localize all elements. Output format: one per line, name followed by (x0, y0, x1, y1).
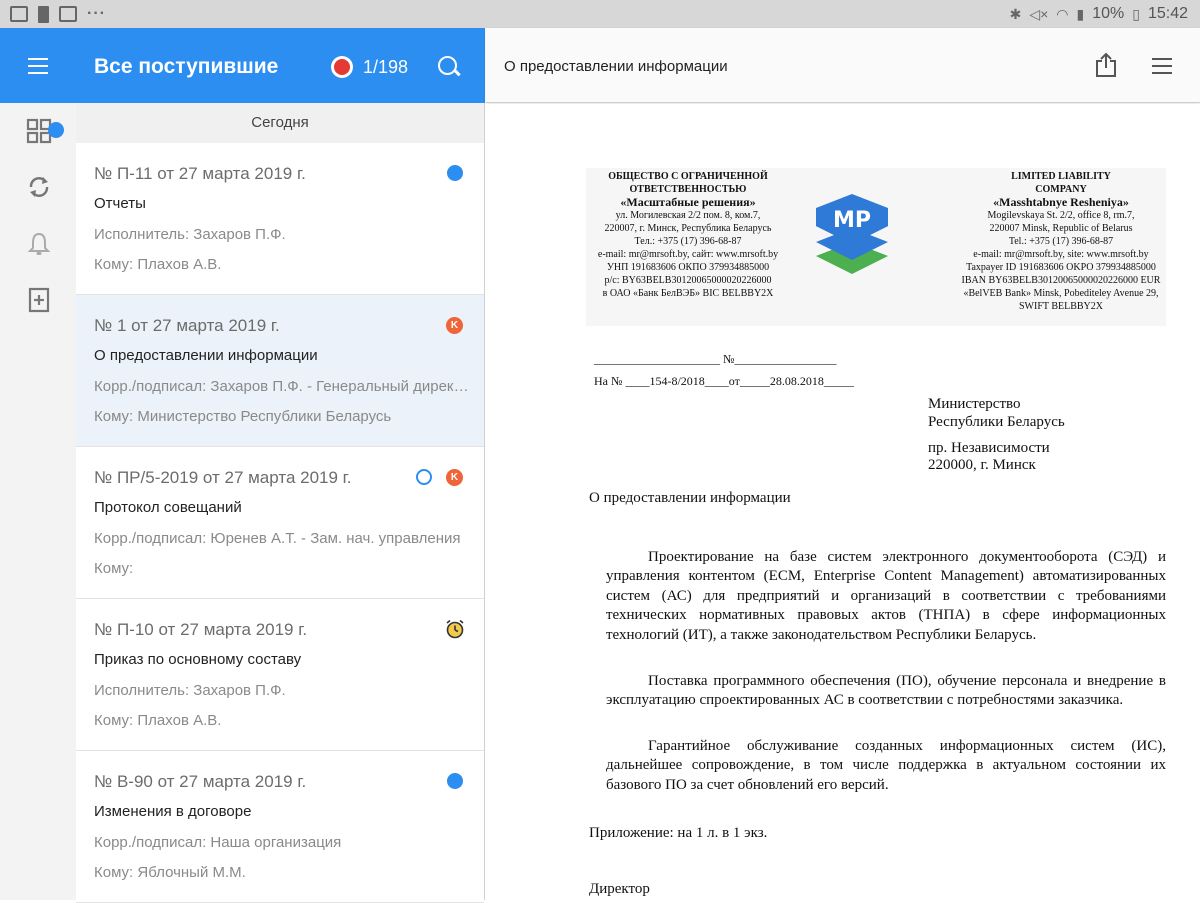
document-subject: Приказ по основному составу (94, 651, 302, 668)
letterhead-text: Тел.: +375 (17) 396-68-87 (634, 236, 742, 247)
document-subject: Изменения в договоре (94, 803, 252, 820)
document-recipient: Кому: (94, 560, 134, 577)
document-number: № В-90 от 27 марта 2019 г. (94, 772, 307, 791)
hamburger-menu-icon[interactable] (28, 58, 48, 74)
addressee-address: 220000, г. Минск (928, 457, 1036, 473)
body-paragraph: Поставка программного обеспечения (ПО), … (606, 673, 1166, 709)
document-number: № ПР/5-2019 от 27 марта 2019 г. (94, 468, 352, 487)
letterhead-text: ОТВЕТСТВЕННОСТЬЮ (629, 184, 747, 195)
alarm-clock-icon (445, 619, 465, 639)
share-icon[interactable] (1095, 52, 1117, 78)
unread-dot-icon (447, 165, 463, 181)
company-logo: MP (812, 190, 892, 278)
list-title: Все поступившие (94, 55, 279, 78)
document-list-item[interactable]: № 1 от 27 марта 2019 г. О предоставлении… (76, 295, 484, 447)
letterhead-text: LIMITED LIABILITY (1011, 171, 1111, 182)
document-list: Сегодня № П-11 от 27 марта 2019 г. Отчет… (76, 103, 485, 903)
document-list-item[interactable]: № П-10 от 27 марта 2019 г. Приказ по осн… (76, 599, 484, 751)
more-notifications-icon: ··· (87, 5, 106, 22)
unread-dot-icon (447, 773, 463, 789)
record-indicator-icon[interactable] (331, 56, 353, 78)
search-icon[interactable] (438, 56, 460, 78)
read-circle-icon (416, 469, 432, 485)
logo-text: MP (833, 208, 871, 233)
control-badge-icon: K (446, 469, 463, 486)
list-header: Все поступившие 1/198 (76, 28, 485, 103)
letterhead-text: SWIFT BELBBY2X (1019, 301, 1103, 312)
company-name-en: «Masshtabnye Resheniya» (993, 195, 1129, 209)
letterhead-text: 220007 Minsk, Republic of Belarus (989, 223, 1133, 234)
battery-notification-icon (38, 5, 49, 23)
new-document-icon[interactable] (26, 287, 52, 313)
sync-icon[interactable] (26, 174, 52, 200)
viewer-title: О предоставлении информации (504, 58, 728, 75)
letterhead-text: ул. Могилевская 2/2 пом. 8, ком.7, (615, 210, 761, 221)
battery-level: 10% (1092, 5, 1125, 22)
control-badge-icon: K (446, 317, 463, 334)
appendix-line: Приложение: на 1 л. в 1 экз. (589, 825, 768, 841)
document-counter: 1/198 (363, 57, 409, 77)
company-name-ru: «Масштабные решения» (620, 195, 756, 209)
document-recipient: Кому: Министерство Республики Беларусь (94, 408, 392, 425)
document-subject: Протокол совещаний (94, 499, 242, 516)
document-number: № 1 от 27 марта 2019 г. (94, 316, 280, 335)
document-list-item[interactable]: № П-11 от 27 марта 2019 г. Отчеты Исполн… (76, 143, 484, 295)
document-number: № П-11 от 27 марта 2019 г. (94, 164, 306, 183)
document-page: ОБЩЕСТВО С ОГРАНИЧЕННОЙ ОТВЕТСТВЕННОСТЬЮ… (486, 104, 1200, 900)
mail-notification-icon (10, 6, 28, 22)
document-subject-line: О предоставлении информации (589, 490, 791, 506)
letterhead-text: Tel.: +375 (17) 396-68-87 (1008, 236, 1114, 247)
signal-icon: ▮ (1076, 5, 1085, 22)
addressee: Республики Беларусь (928, 414, 1065, 430)
document-executor: Исполнитель: Захаров П.Ф. (94, 226, 286, 243)
reference-line: На № ____154-8/2018____от_____28.08.2018… (594, 374, 854, 388)
document-recipient: Кому: Плахов А.В. (94, 712, 222, 729)
letterhead-text: УНП 191683606 ОКПО 379934885000 (606, 262, 770, 273)
letterhead-text: р/с: BY63BELB30120065000020226000 (604, 275, 772, 286)
wifi-icon: ◠ (1056, 5, 1069, 22)
document-subject: Отчеты (94, 195, 146, 212)
addressee: Министерство (928, 396, 1021, 412)
letterhead-text: COMPANY (1035, 184, 1087, 195)
letterhead-text: ОБЩЕСТВО С ОГРАНИЧЕННОЙ (608, 171, 768, 182)
image-notification-icon (59, 6, 77, 22)
letterhead-text: в ОАО «Банк БелВЭБ» BIC BELBBY2X (602, 288, 774, 299)
section-header: Сегодня (76, 103, 484, 143)
document-executor: Исполнитель: Захаров П.Ф. (94, 682, 286, 699)
navigation-rail (0, 103, 76, 900)
status-bar: ··· ✱ ◁× ◠ ▮ 10% ▯ 15:42 (0, 0, 1200, 28)
unread-indicator-dot (48, 122, 64, 138)
letterhead-text: 220007, г. Минск, Республика Беларусь (604, 223, 772, 234)
document-correspondent: Корр./подписал: Захаров П.Ф. - Генеральн… (94, 378, 470, 395)
body-paragraph: Гарантийное обслуживание созданных инфор… (606, 738, 1166, 793)
letterhead-text: e-mail: mr@mrsoft.by, site: www.mrsoft.b… (973, 249, 1149, 260)
document-list-item[interactable]: № ПР/5-2019 от 27 марта 2019 г. Протокол… (76, 447, 484, 599)
document-number: № П-10 от 27 марта 2019 г. (94, 620, 308, 639)
notifications-bell-icon[interactable] (26, 231, 52, 257)
document-correspondent: Корр./подписал: Юренев А.Т. - Зам. нач. … (94, 530, 461, 547)
letterhead-text: «BelVEB Bank» Minsk, Pobediteley Avenue … (963, 288, 1159, 299)
letterhead-right: LIMITED LIABILITY COMPANY «Masshtabnye R… (956, 170, 1166, 313)
letterhead-text: e-mail: mr@mrsoft.by, сайт: www.mrsoft.b… (597, 249, 779, 260)
document-recipient: Кому: Плахов А.В. (94, 256, 222, 273)
viewer-header: О предоставлении информации (486, 28, 1200, 103)
body-paragraph: Проектирование на базе систем электронно… (606, 549, 1166, 643)
mute-icon: ◁× (1029, 5, 1049, 22)
letterhead-left: ОБЩЕСТВО С ОГРАНИЧЕННОЙ ОТВЕТСТВЕННОСТЬЮ… (588, 170, 788, 300)
signature-title: Директор (589, 881, 650, 897)
document-recipient: Кому: Яблочный М.М. (94, 864, 246, 881)
addressee-address: пр. Независимости (928, 440, 1050, 456)
document-correspondent: Корр./подписал: Наша организация (94, 834, 342, 851)
document-subject: О предоставлении информации (94, 347, 318, 364)
letterhead-text: Taxpayer ID 191683606 OKPO 379934885000 (966, 262, 1156, 273)
letterhead-text: IBAN BY63BELB30120065000020226000 EUR (961, 275, 1161, 286)
letterhead-text: Mogilevskaya St. 2/2, office 8, rm.7, (987, 210, 1135, 221)
bluetooth-icon: ✱ (1009, 5, 1022, 22)
battery-icon: ▯ (1132, 5, 1140, 22)
clock: 15:42 (1147, 5, 1188, 22)
overflow-menu-icon[interactable] (1152, 58, 1172, 74)
document-list-item[interactable]: № В-90 от 27 марта 2019 г. Изменения в д… (76, 751, 484, 903)
registration-line: _____________________ №_________________ (594, 352, 837, 366)
